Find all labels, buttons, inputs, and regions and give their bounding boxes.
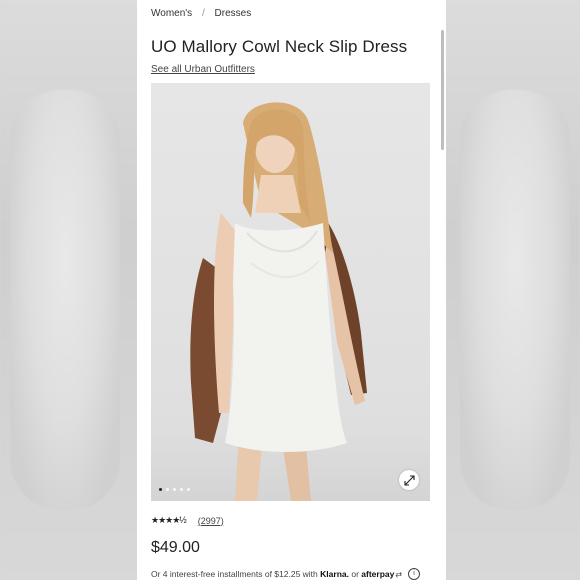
blurred-background-right	[446, 0, 580, 580]
installments-info: Or 4 interest-free installments of $12.2…	[151, 568, 421, 580]
carousel-dot[interactable]	[159, 488, 162, 491]
blurred-background-left	[0, 0, 137, 580]
see-all-brand-link[interactable]: See all Urban Outfitters	[151, 64, 255, 75]
breadcrumb-womens[interactable]: Women's	[151, 8, 192, 19]
afterpay-logo[interactable]: afterpay	[361, 569, 394, 579]
product-page: Women's / Dresses UO Mallory Cowl Neck S…	[137, 0, 446, 580]
image-carousel-dots	[159, 488, 190, 491]
afterpay-arrows-icon: ⇄	[395, 569, 403, 579]
product-image[interactable]	[151, 83, 430, 501]
blurred-photo-left	[10, 90, 120, 510]
carousel-dot[interactable]	[187, 488, 190, 491]
breadcrumb: Women's / Dresses	[151, 8, 251, 19]
price: $49.00	[151, 539, 200, 556]
rating: ★★★★½ (2997)	[151, 515, 224, 526]
zoom-button[interactable]	[399, 470, 419, 490]
blurred-photo-right	[460, 90, 570, 510]
review-count-link[interactable]: (2997)	[198, 516, 224, 526]
scrollbar[interactable]	[441, 30, 444, 150]
expand-icon	[403, 474, 415, 486]
carousel-dot[interactable]	[180, 488, 183, 491]
product-title: UO Mallory Cowl Neck Slip Dress	[151, 37, 408, 56]
model-illustration	[190, 102, 367, 501]
carousel-dot[interactable]	[166, 488, 169, 491]
breadcrumb-dresses[interactable]: Dresses	[215, 8, 252, 19]
klarna-logo[interactable]: Klarna.	[320, 569, 349, 579]
breadcrumb-separator: /	[201, 8, 205, 19]
installments-or: or	[351, 569, 359, 579]
rating-stars: ★★★★½	[151, 515, 187, 525]
info-icon[interactable]: i	[408, 568, 421, 580]
carousel-dot[interactable]	[173, 488, 176, 491]
installments-text: Or 4 interest-free installments of $12.2…	[151, 569, 318, 579]
